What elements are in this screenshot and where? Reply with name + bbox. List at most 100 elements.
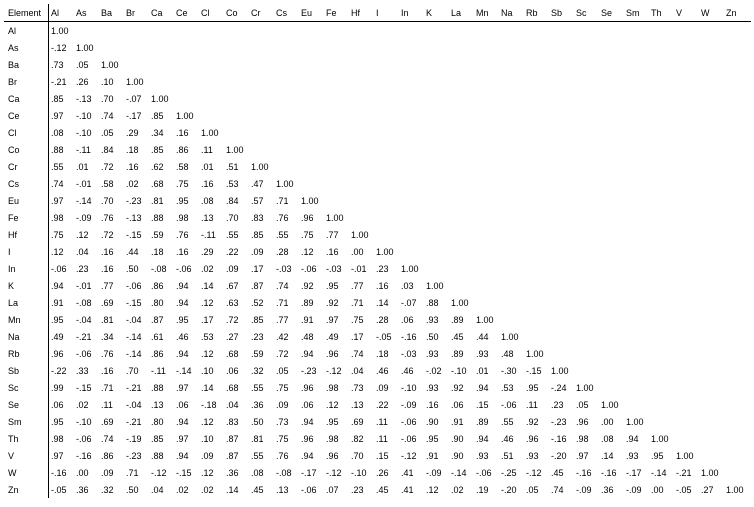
cell: 1.00 (251, 158, 276, 175)
cell (701, 124, 726, 141)
cell (351, 192, 376, 209)
cell (651, 107, 676, 124)
cell (376, 22, 401, 40)
cell (726, 107, 751, 124)
cell: .94 (626, 430, 651, 447)
cell (351, 124, 376, 141)
cell: .75 (176, 175, 201, 192)
cell (151, 56, 176, 73)
col-header: Hf (351, 4, 376, 22)
cell (676, 192, 701, 209)
cell (276, 56, 301, 73)
cell (376, 209, 401, 226)
cell: .89 (451, 311, 476, 328)
cell: -.03 (276, 260, 301, 277)
row-label: Ca (4, 90, 49, 107)
cell: .84 (226, 192, 251, 209)
cell (451, 277, 476, 294)
cell (701, 209, 726, 226)
cell (401, 73, 426, 90)
cell (151, 73, 176, 90)
cell (601, 56, 626, 73)
cell (701, 362, 726, 379)
cell (701, 396, 726, 413)
cell (601, 226, 626, 243)
cell (376, 175, 401, 192)
cell: -.10 (451, 362, 476, 379)
cell: .97 (49, 447, 77, 464)
cell (676, 260, 701, 277)
cell: -.08 (276, 464, 301, 481)
cell (426, 175, 451, 192)
cell (701, 73, 726, 90)
table-row: Ba.73.051.00 (4, 56, 751, 73)
cell: .46 (401, 362, 426, 379)
cell (301, 73, 326, 90)
cell: -.30 (501, 362, 526, 379)
cell: -.16 (551, 430, 576, 447)
cell: .33 (76, 362, 101, 379)
cell: .75 (49, 226, 77, 243)
table-row: As-.121.00 (4, 39, 751, 56)
cell (476, 192, 501, 209)
row-label: Eu (4, 192, 49, 209)
cell: .32 (101, 481, 126, 498)
cell: .23 (251, 328, 276, 345)
cell (726, 158, 751, 175)
cell (651, 175, 676, 192)
cell: .85 (49, 90, 77, 107)
cell (701, 175, 726, 192)
cell: .82 (351, 430, 376, 447)
cell: .46 (376, 362, 401, 379)
cell: .05 (276, 362, 301, 379)
cell (726, 447, 751, 464)
cell (601, 175, 626, 192)
cell (301, 22, 326, 40)
cell (726, 192, 751, 209)
cell (426, 22, 451, 40)
cell: .08 (601, 430, 626, 447)
cell (526, 243, 551, 260)
cell (726, 464, 751, 481)
cell: .96 (49, 345, 77, 362)
cell (676, 107, 701, 124)
cell: .80 (151, 294, 176, 311)
col-header: Ce (176, 4, 201, 22)
table-row: Na.49-.21.34-.14.61.46.53.27.23.42.48.49… (4, 328, 751, 345)
cell: .13 (151, 396, 176, 413)
table-row: Mn.95-.04.81-.04.87.95.17.72.85.77.91.97… (4, 311, 751, 328)
cell (101, 39, 126, 56)
cell (626, 209, 651, 226)
cell (726, 345, 751, 362)
cell: -.10 (76, 413, 101, 430)
cell (526, 158, 551, 175)
cell: .85 (251, 226, 276, 243)
cell: -.07 (126, 90, 151, 107)
cell: .94 (176, 277, 201, 294)
row-label: Cs (4, 175, 49, 192)
cell (676, 141, 701, 158)
cell (651, 311, 676, 328)
cell: .70 (126, 362, 151, 379)
cell: .00 (76, 464, 101, 481)
cell: .55 (251, 447, 276, 464)
cell (476, 243, 501, 260)
cell: .34 (151, 124, 176, 141)
cell (626, 345, 651, 362)
cell (276, 158, 301, 175)
cell (451, 158, 476, 175)
cell (451, 73, 476, 90)
cell (501, 73, 526, 90)
cell (226, 22, 251, 40)
col-header: Fe (326, 4, 351, 22)
table-row: Sb-.22.33.16.70-.11-.14.10.06.32.05-.23-… (4, 362, 751, 379)
cell (676, 430, 701, 447)
cell (626, 243, 651, 260)
cell: -.14 (651, 464, 676, 481)
cell (476, 175, 501, 192)
cell (601, 90, 626, 107)
cell (551, 158, 576, 175)
cell (326, 39, 351, 56)
cell (601, 22, 626, 40)
cell: -.12 (151, 464, 176, 481)
